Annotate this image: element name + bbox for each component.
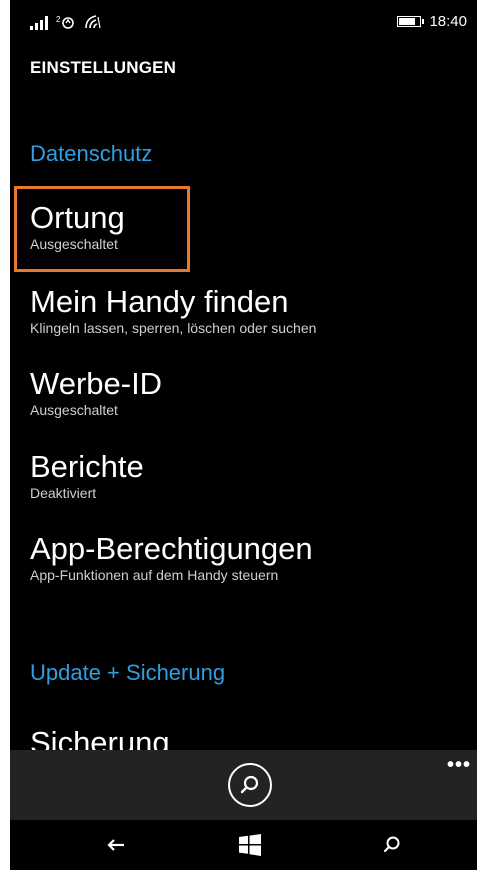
setting-item-subtitle: Ausgeschaltet	[30, 236, 118, 252]
setting-item-title: Berichte	[30, 449, 144, 484]
setting-item-subtitle: Deaktiviert	[30, 485, 97, 501]
navigation-bar	[10, 820, 477, 870]
back-arrow-icon	[107, 839, 124, 851]
status-bar: 2 18:40	[10, 0, 477, 36]
section-heading-update-backup: Update + Sicherung	[30, 660, 226, 685]
phone-screen: 2 18:40 EINSTELLUNGEN Datenschutz Ortung…	[10, 0, 477, 870]
more-options-button[interactable]: •••	[447, 754, 471, 777]
setting-item-title: Mein Handy finden	[30, 284, 289, 319]
setting-item-subtitle: Klingeln lassen, sperren, löschen oder s…	[30, 320, 317, 336]
setting-item-find-my-phone[interactable]: Mein Handy finden Klingeln lassen, sperr…	[30, 284, 317, 337]
setting-item-location[interactable]: Ortung Ausgeschaltet	[30, 200, 125, 253]
setting-item-app-permissions[interactable]: App-Berechtigungen App-Funktionen auf de…	[30, 531, 313, 584]
setting-item-title: App-Berechtigungen	[30, 531, 313, 566]
page-title: EINSTELLUNGEN	[30, 58, 177, 77]
windows-logo-icon	[239, 834, 261, 856]
setting-item-subtitle: App-Funktionen auf dem Handy steuern	[30, 567, 279, 583]
app-bar: •••	[10, 750, 477, 820]
wifi-icon	[85, 15, 101, 29]
svg-text:2: 2	[56, 15, 61, 24]
setting-item-reports[interactable]: Berichte Deaktiviert	[30, 449, 144, 502]
status-icons: 2	[30, 14, 102, 30]
search-icon	[383, 836, 400, 853]
setting-item-title: Ortung	[30, 200, 125, 235]
start-button[interactable]	[230, 830, 270, 860]
setting-item-title: Werbe-ID	[30, 366, 163, 401]
search-icon	[240, 775, 259, 794]
status-right: 18:40	[397, 13, 467, 30]
search-circle-button[interactable]	[228, 763, 272, 807]
search-button[interactable]	[372, 830, 412, 860]
setting-item-advertising-id[interactable]: Werbe-ID Ausgeschaltet	[30, 366, 163, 419]
section-heading-privacy: Datenschutz	[30, 141, 153, 166]
setting-item-subtitle: Ausgeschaltet	[30, 402, 118, 418]
data-connection-icon: 2	[56, 15, 74, 29]
signal-strength-icon	[30, 16, 48, 30]
battery-icon	[397, 16, 425, 27]
back-button[interactable]	[96, 830, 136, 860]
status-time: 18:40	[429, 13, 467, 30]
